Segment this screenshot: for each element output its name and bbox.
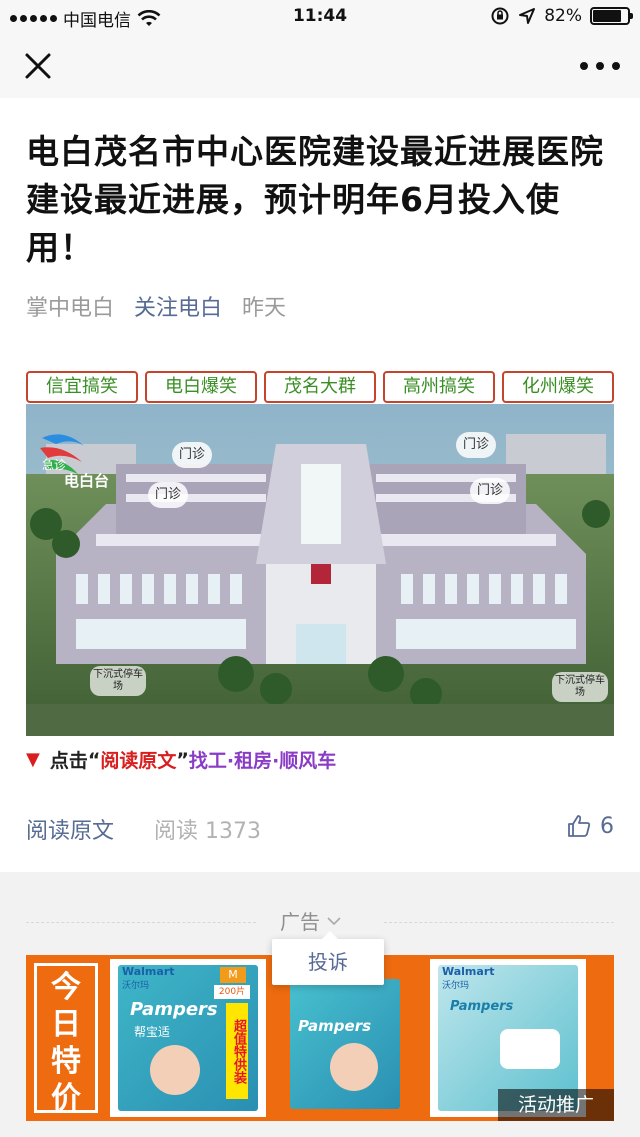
promo-line[interactable]: ▼ 点击 “ 阅读原文 ” 找工·租房·顺风车 (26, 746, 336, 773)
parking-label-right: 下沉式停车场 (552, 672, 608, 702)
article-date: 昨天 (242, 296, 287, 321)
close-icon[interactable] (20, 48, 56, 84)
nav-bar (0, 34, 640, 98)
tag-gaozhou[interactable]: 高州搞笑 (383, 371, 495, 403)
status-bar: 中国电信 11:44 82% (0, 0, 640, 34)
brand-logo-1: Pampers (130, 999, 218, 1020)
account-link[interactable]: 关注电白 (134, 290, 222, 322)
read-count-value: 1373 (205, 819, 262, 844)
article-source: 掌中电白 (26, 296, 115, 321)
promo-open-quote: “ (87, 748, 101, 771)
product-card-1: Walmart 沃尔玛 Pampers 帮宝适 M 200片 超值特供装 (110, 959, 266, 1117)
brand-cn-1: 帮宝适 (134, 1025, 171, 1039)
status-right: 82% (490, 6, 633, 26)
ad-label-text: 广告 (280, 910, 320, 934)
today-char-3: 特 (51, 1044, 81, 1079)
diaper-image (500, 1029, 560, 1069)
store-logo-1: Walmart (122, 965, 175, 978)
read-original-link[interactable]: 阅读原文 (26, 813, 114, 845)
promo-prefix: 点击 (49, 750, 88, 772)
battery-percent: 82% (544, 6, 582, 26)
today-char-2: 日 (51, 1007, 81, 1042)
divider-left (26, 922, 256, 923)
baby-photo-2 (330, 1043, 378, 1091)
location-icon (519, 8, 536, 24)
complaint-popup[interactable]: 投诉 (272, 931, 384, 985)
tv-watermark: 电白台 (64, 472, 110, 490)
article-meta: 掌中电白 关注电白 昨天 (26, 290, 286, 322)
special-supply-tag: 超值特供装 (226, 1003, 248, 1099)
article-image[interactable]: 门诊 门诊 门诊 门诊 下沉式停车场 下沉式停车场 急诊 电白台 (26, 404, 614, 736)
store-logo-3: Walmart (442, 965, 495, 978)
today-char-4: 价 (51, 1081, 81, 1116)
triangle-down-icon: ▼ (26, 749, 40, 770)
promo-tag: 活动推广 (498, 1089, 614, 1121)
chevron-down-icon (327, 916, 341, 925)
ad-header: 广告 (26, 906, 614, 936)
count-badge-1: 200片 (214, 985, 250, 999)
tag-row: 信宜搞笑 电白爆笑 茂名大群 高州搞笑 化州爆笑 (26, 371, 614, 403)
promo-suffix: 找工·租房·顺风车 (188, 750, 337, 772)
promo-highlight: 阅读原文 (100, 750, 177, 772)
read-count: 阅读 1373 (154, 813, 261, 845)
like-button[interactable]: 6 (566, 813, 614, 839)
article-title: 电白茂名市中心医院建设最近进展医院建设最近进展，预计明年6月投入使用！ (26, 132, 604, 267)
divider-right (384, 922, 614, 923)
more-icon[interactable] (580, 52, 620, 80)
tag-maoming[interactable]: 茂名大群 (264, 371, 376, 403)
store-cn-3: 沃尔玛 (442, 981, 470, 991)
read-label: 阅读 (154, 819, 199, 844)
thumbs-up-icon (568, 815, 591, 837)
like-count: 6 (600, 813, 614, 839)
tag-xinyi[interactable]: 信宜搞笑 (26, 371, 138, 403)
sign-clinic-2: 门诊 (148, 482, 188, 508)
brand-logo-2: Pampers (298, 1017, 372, 1035)
store-cn-1: 沃尔玛 (122, 981, 150, 991)
parking-label-left: 下沉式停车场 (90, 666, 146, 696)
status-left: 中国电信 (10, 6, 161, 31)
wifi-icon (137, 9, 161, 26)
brand-logo-3: Pampers (450, 999, 514, 1014)
size-badge-1: M (220, 967, 246, 983)
tag-dianbai[interactable]: 电白爆笑 (145, 371, 257, 403)
carrier-label: 中国电信 (63, 11, 131, 31)
watermark-small: 急诊 (42, 458, 67, 472)
signal-icon (10, 15, 57, 22)
baby-photo-1 (150, 1045, 200, 1095)
today-char-1: 今 (51, 970, 81, 1005)
sign-clinic-1: 门诊 (172, 442, 212, 468)
sign-clinic-4: 门诊 (470, 478, 510, 504)
sign-clinic-3: 门诊 (456, 432, 496, 458)
promo-close-quote: ” (176, 748, 189, 771)
today-special-box: 今 日 特 价 (34, 963, 98, 1116)
article-footer: 阅读原文 阅读 1373 6 (26, 813, 614, 847)
battery-icon (590, 7, 633, 25)
rotation-lock-icon (491, 7, 509, 25)
tag-huazhou[interactable]: 化州爆笑 (502, 371, 614, 403)
